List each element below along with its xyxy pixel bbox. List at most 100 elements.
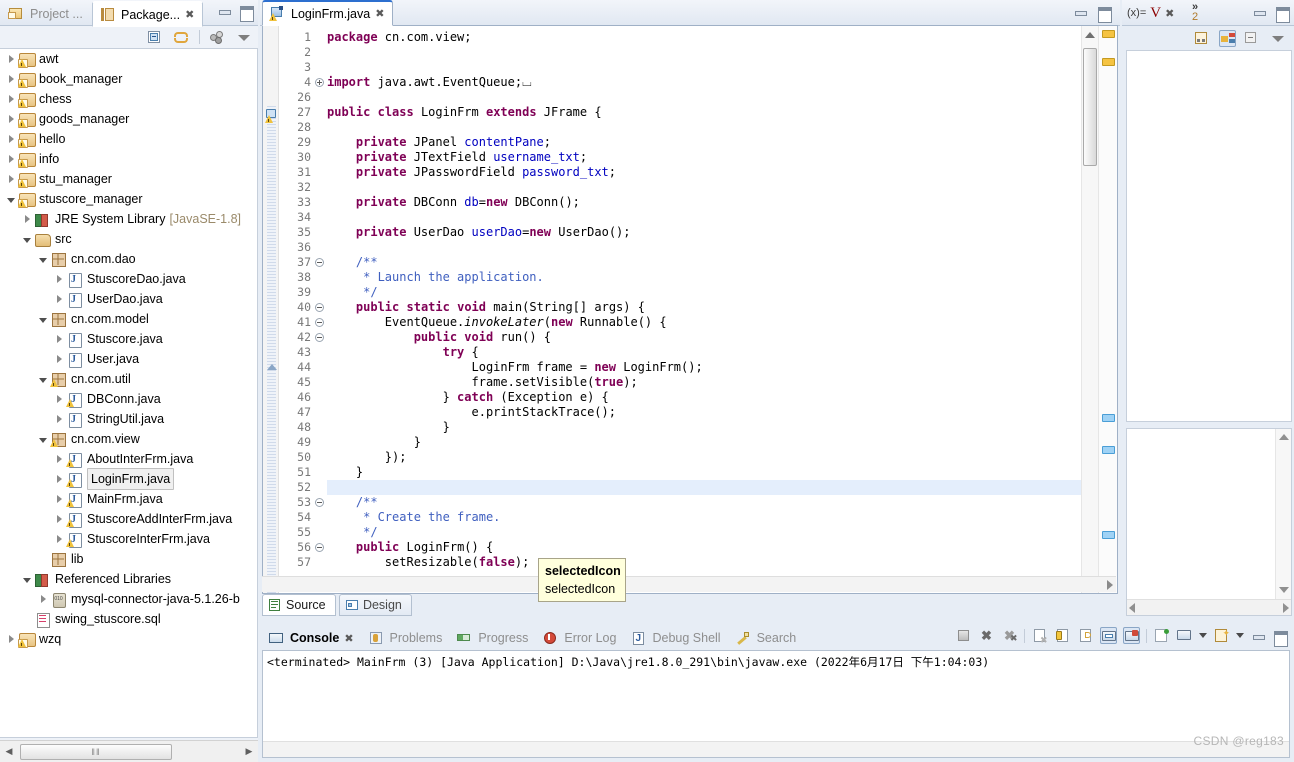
- tree-expand-arrow-icon[interactable]: [36, 429, 50, 449]
- code-line[interactable]: [327, 180, 1081, 195]
- folding-marker[interactable]: [313, 120, 326, 135]
- folding-marker[interactable]: [313, 495, 326, 510]
- code-line[interactable]: setResizable(false);: [327, 555, 1081, 570]
- tab-overflow-indicator[interactable]: » 2: [1192, 2, 1198, 23]
- code-line[interactable]: [327, 120, 1081, 135]
- tree-expand-arrow-icon[interactable]: [4, 169, 18, 189]
- code-line[interactable]: }: [327, 420, 1081, 435]
- display-selected-console-caret[interactable]: [1199, 633, 1207, 638]
- overview-occurrence-marker[interactable]: [1102, 531, 1115, 539]
- code-line[interactable]: * Create the frame.: [327, 510, 1081, 525]
- folding-marker[interactable]: [313, 60, 326, 75]
- show-logical-structure-icon[interactable]: [1219, 29, 1236, 47]
- tree-item[interactable]: cn.com.model: [0, 309, 257, 329]
- link-with-editor-icon[interactable]: [173, 29, 190, 46]
- tree-item[interactable]: swing_stuscore.sql: [0, 609, 257, 629]
- folding-marker[interactable]: [313, 270, 326, 285]
- tree-item[interactable]: cn.com.util: [0, 369, 257, 389]
- fold-collapse-icon[interactable]: [315, 303, 324, 313]
- code-line[interactable]: * Launch the application.: [327, 270, 1081, 285]
- folding-marker[interactable]: [313, 465, 326, 480]
- folding-marker[interactable]: [313, 435, 326, 450]
- package-explorer-tree[interactable]: awt book_manager chess goods_manager hello in…: [0, 48, 258, 738]
- tree-item[interactable]: stu_manager: [0, 169, 257, 189]
- code-line[interactable]: private JPanel contentPane;: [327, 135, 1081, 150]
- editor-horizontal-scrollbar[interactable]: [262, 576, 1116, 592]
- console-tab-console[interactable]: Console ✖: [262, 627, 360, 649]
- view-menu-icon[interactable]: [209, 29, 226, 46]
- code-line[interactable]: public void run() {: [327, 330, 1081, 345]
- tree-expand-arrow-icon[interactable]: [52, 349, 66, 369]
- code-line[interactable]: private DBConn db=new DBConn();: [327, 195, 1081, 210]
- tree-item[interactable]: book_manager: [0, 69, 257, 89]
- maximize-button[interactable]: [1274, 5, 1290, 23]
- folding-marker[interactable]: [313, 510, 326, 525]
- minimize-button[interactable]: [216, 4, 232, 18]
- vscroll-thumb[interactable]: [1083, 48, 1097, 166]
- view-menu-caret-icon[interactable]: [235, 29, 252, 46]
- folding-marker[interactable]: [313, 165, 326, 180]
- folding-marker[interactable]: [313, 315, 326, 330]
- open-console-button[interactable]: ✦: [1213, 627, 1230, 644]
- tree-item[interactable]: JRE System Library [JavaSE-1.8]: [0, 209, 257, 229]
- tree-item[interactable]: StringUtil.java: [0, 409, 257, 429]
- folding-marker[interactable]: [313, 360, 326, 375]
- folding-marker[interactable]: [313, 345, 326, 360]
- console-tab-debug-shell[interactable]: J Debug Shell: [624, 627, 726, 649]
- folding-marker[interactable]: [313, 480, 326, 495]
- view-menu-caret-icon[interactable]: [1269, 30, 1286, 47]
- console-output-area[interactable]: <terminated> MainFrm (3) [Java Applicati…: [262, 650, 1290, 758]
- code-line[interactable]: e.printStackTrace();: [327, 405, 1081, 420]
- warning-marker-icon[interactable]: [265, 107, 278, 123]
- tab-loginfrm-java[interactable]: LoginFrm.java ✖: [262, 0, 394, 26]
- close-icon[interactable]: ✖: [344, 633, 353, 644]
- tree-expand-arrow-icon[interactable]: [52, 449, 66, 469]
- tree-item[interactable]: cn.com.dao: [0, 249, 257, 269]
- folding-marker[interactable]: [313, 150, 326, 165]
- folding-marker[interactable]: [313, 525, 326, 540]
- code-line[interactable]: [327, 90, 1081, 105]
- tree-item[interactable]: StuscoreDao.java: [0, 269, 257, 289]
- source-code-text[interactable]: package cn.com.view; import java.awt.Eve…: [327, 26, 1081, 593]
- scroll-lock-button[interactable]: [1054, 627, 1071, 644]
- overview-occurrence-marker[interactable]: [1102, 446, 1115, 454]
- code-line[interactable]: });: [327, 450, 1081, 465]
- overview-warning-marker[interactable]: [1102, 58, 1115, 66]
- collapse-all-icon[interactable]: [147, 29, 164, 46]
- tree-expand-arrow-icon[interactable]: [4, 89, 18, 109]
- tree-expand-arrow-icon[interactable]: [4, 629, 18, 649]
- tree-item[interactable]: src: [0, 229, 257, 249]
- code-line[interactable]: [327, 45, 1081, 60]
- console-horizontal-scrollbar[interactable]: [263, 741, 1289, 757]
- tree-item[interactable]: UserDao.java: [0, 289, 257, 309]
- code-line[interactable]: public static void main(String[] args) {: [327, 300, 1081, 315]
- tree-item[interactable]: info: [0, 149, 257, 169]
- scroll-left-arrow[interactable]: [1129, 602, 1135, 613]
- tree-item[interactable]: StuscoreInterFrm.java: [0, 529, 257, 549]
- tree-expand-arrow-icon[interactable]: [20, 229, 34, 249]
- tree-expand-arrow-icon[interactable]: [36, 369, 50, 389]
- tab-source[interactable]: Source: [262, 594, 336, 616]
- code-line[interactable]: /**: [327, 255, 1081, 270]
- tree-expand-arrow-icon[interactable]: [52, 469, 66, 489]
- tree-item[interactable]: cn.com.view: [0, 429, 257, 449]
- folding-marker[interactable]: [313, 75, 326, 90]
- detail-horizontal-scrollbar[interactable]: [1127, 599, 1291, 615]
- folding-marker[interactable]: [313, 390, 326, 405]
- close-icon[interactable]: ✖: [1165, 8, 1174, 19]
- tree-item[interactable]: Stuscore.java: [0, 329, 257, 349]
- folding-marker[interactable]: [313, 555, 326, 570]
- detail-vertical-scrollbar[interactable]: [1275, 429, 1291, 615]
- minimize-button[interactable]: [1250, 629, 1266, 643]
- tree-item[interactable]: LoginFrm.java: [0, 468, 257, 490]
- tree-expand-arrow-icon[interactable]: [4, 49, 18, 69]
- folding-marker[interactable]: [313, 375, 326, 390]
- scroll-right-arrow[interactable]: ▶: [240, 742, 258, 762]
- code-line[interactable]: }: [327, 435, 1081, 450]
- tree-expand-arrow-icon[interactable]: [36, 309, 50, 329]
- display-selected-console-button[interactable]: [1176, 627, 1193, 644]
- scroll-up-arrow[interactable]: [1085, 32, 1095, 38]
- folding-marker[interactable]: [313, 330, 326, 345]
- tree-expand-arrow-icon[interactable]: [52, 269, 66, 289]
- tree-item[interactable]: goods_manager: [0, 109, 257, 129]
